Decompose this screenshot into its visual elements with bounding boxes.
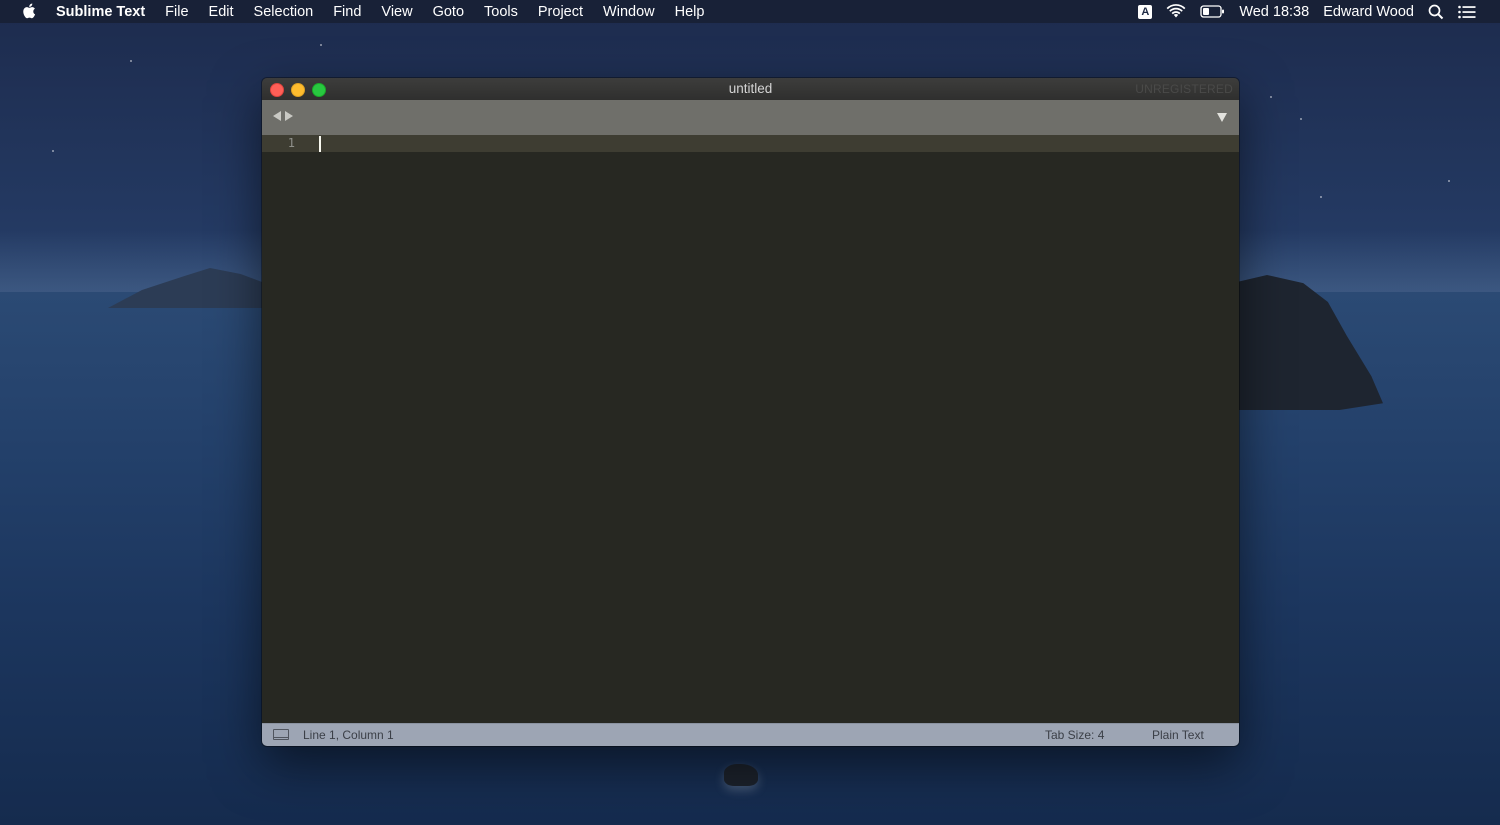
- wallpaper-star: [1320, 196, 1322, 198]
- status-bar: Line 1, Column 1 Tab Size: 4 Plain Text: [262, 723, 1239, 746]
- current-line-highlight: [317, 135, 1239, 152]
- notification-center-button[interactable]: [1458, 5, 1476, 19]
- spotlight-button[interactable]: [1428, 4, 1444, 20]
- text-caret: [319, 136, 321, 152]
- panel-toggle-icon[interactable]: [273, 729, 289, 740]
- menu-goto[interactable]: Goto: [433, 4, 464, 20]
- syntax-selector[interactable]: Plain Text: [1152, 724, 1204, 746]
- clock-menu[interactable]: Wed 18:38: [1239, 4, 1309, 20]
- unregistered-label: UNREGISTERED: [1135, 82, 1233, 96]
- tab-navigation: [273, 111, 297, 121]
- menu-find[interactable]: Find: [333, 4, 361, 20]
- apple-icon[interactable]: [22, 3, 36, 19]
- line-number: 1: [287, 136, 295, 150]
- wifi-menu[interactable]: [1166, 4, 1186, 19]
- editor-area[interactable]: 1: [262, 135, 1239, 723]
- search-icon: [1428, 4, 1444, 19]
- battery-menu[interactable]: [1200, 5, 1225, 18]
- menu-tools[interactable]: Tools: [484, 4, 518, 20]
- tab-bar: [262, 100, 1239, 135]
- previous-tab-arrow-icon[interactable]: [273, 111, 281, 121]
- menu-selection[interactable]: Selection: [254, 4, 314, 20]
- input-source-menu[interactable]: A: [1138, 4, 1153, 19]
- battery-icon: [1200, 5, 1225, 18]
- menu-view[interactable]: View: [381, 4, 412, 20]
- menu-project[interactable]: Project: [538, 4, 583, 20]
- wallpaper-star: [1270, 96, 1272, 98]
- wallpaper-star: [130, 60, 132, 62]
- tab-list-dropdown-icon[interactable]: [1217, 113, 1227, 122]
- menu-window[interactable]: Window: [603, 4, 655, 20]
- menu-edit[interactable]: Edit: [209, 4, 234, 20]
- menu-items: Sublime Text File Edit Selection Find Vi…: [56, 0, 724, 23]
- wallpaper-star: [1448, 180, 1450, 182]
- wallpaper-rock: [724, 764, 758, 786]
- wallpaper-star: [1300, 118, 1302, 120]
- cursor-position: Line 1, Column 1: [303, 728, 394, 742]
- next-tab-arrow-icon[interactable]: [285, 111, 293, 121]
- wallpaper-star: [320, 44, 322, 46]
- menu-bar-status: A Wed 18:38 Edward Wood: [1124, 0, 1500, 23]
- input-source-icon: A: [1138, 4, 1153, 19]
- menu-app-name[interactable]: Sublime Text: [56, 4, 145, 20]
- user-menu[interactable]: Edward Wood: [1323, 4, 1414, 20]
- wifi-icon: [1166, 4, 1186, 18]
- notification-list-icon: [1458, 5, 1476, 18]
- menu-bar: Sublime Text File Edit Selection Find Vi…: [0, 0, 1500, 23]
- menu-help[interactable]: Help: [675, 4, 705, 20]
- tab-size-selector[interactable]: Tab Size: 4: [1045, 724, 1104, 746]
- menu-file[interactable]: File: [165, 4, 188, 20]
- window-titlebar[interactable]: untitled UNREGISTERED: [262, 78, 1239, 101]
- window-title: untitled: [728, 81, 773, 96]
- wallpaper-star: [52, 150, 54, 152]
- sublime-text-window: untitled UNREGISTERED 1 Line 1, Column 1…: [262, 78, 1239, 746]
